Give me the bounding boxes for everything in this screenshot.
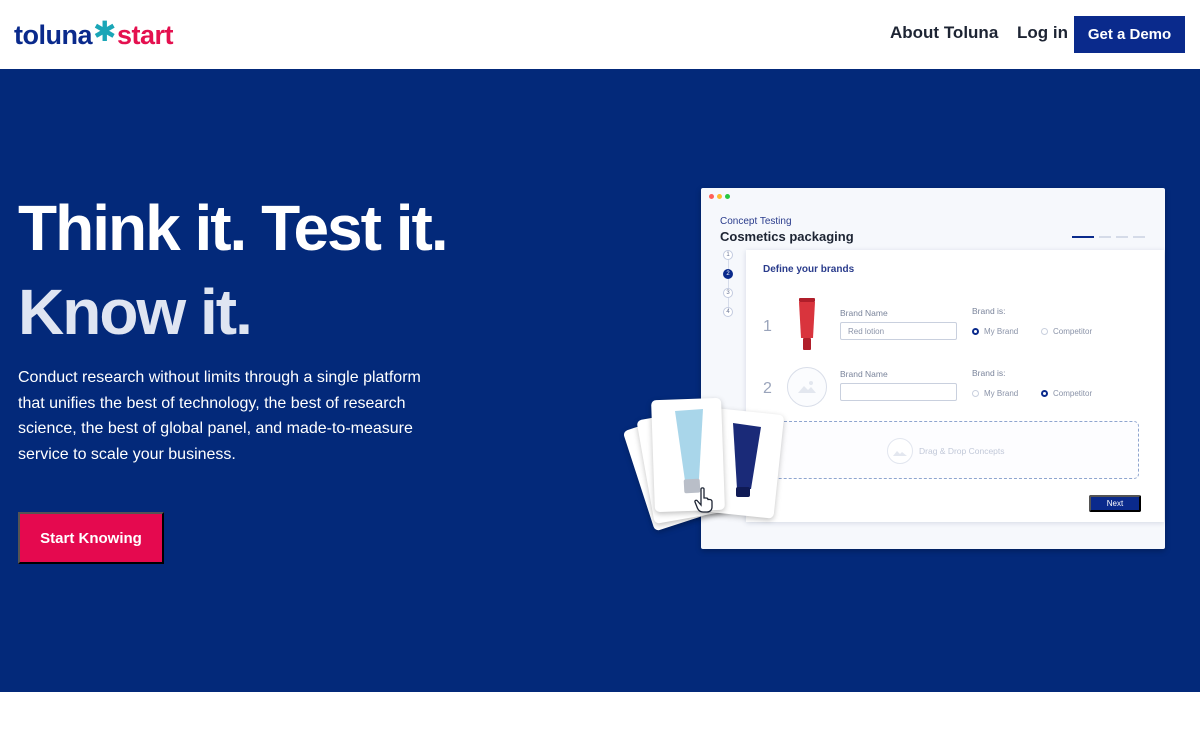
next-button[interactable]: Next (1089, 495, 1141, 512)
red-lotion-tube-icon (799, 298, 815, 350)
logo-word-start: start (116, 20, 174, 50)
drag-drop-label: Drag & Drop Concepts (919, 446, 1005, 456)
navy-lotion-tube-icon (733, 423, 761, 497)
radio-dot (1041, 328, 1048, 335)
brand-name-label-2: Brand Name (840, 369, 888, 379)
radio-dot (972, 328, 979, 335)
asterisk-icon: ✱ (93, 16, 116, 47)
radio-label: Competitor (1053, 327, 1093, 336)
hero-headline-line1: Think it. Test it. (18, 192, 449, 264)
blue-lotion-tube-icon (675, 409, 703, 494)
step-line (727, 254, 729, 312)
brand-name-input-2[interactable] (840, 383, 957, 401)
hero-description: Conduct research without limits through … (18, 369, 421, 463)
brand-name-input-1[interactable]: Red lotion (840, 322, 957, 340)
step-2[interactable]: 2 (723, 269, 733, 279)
step-3[interactable]: 3 (723, 288, 733, 298)
hero-section: Think it. Test it. Know it. Conduct rese… (0, 69, 1200, 692)
concept-cards-stack[interactable] (622, 397, 785, 532)
mockup-eyebrow: Concept Testing (720, 216, 792, 227)
radio-my-brand-1[interactable]: My Brand (972, 327, 1018, 336)
step-4[interactable]: 4 (723, 307, 733, 317)
step-1[interactable]: 1 (723, 250, 733, 260)
toluna-start-logo[interactable]: toluna ✱ start (14, 16, 174, 52)
drag-drop-zone[interactable]: Drag & Drop Concepts (774, 421, 1139, 479)
nav-login[interactable]: Log in (1017, 23, 1068, 43)
brand-is-label-1: Brand is: (972, 306, 1006, 316)
row-number-1: 1 (763, 318, 772, 335)
radio-dot (972, 390, 979, 397)
mockup-title: Cosmetics packaging (720, 229, 854, 244)
radio-label: My Brand (984, 389, 1019, 398)
logo-word-toluna: toluna (14, 20, 93, 50)
window-dot-yellow (717, 194, 722, 199)
site-header: toluna ✱ start About Toluna Log in Get a… (0, 0, 1200, 69)
window-dot-green (725, 194, 730, 199)
radio-label: Competitor (1053, 389, 1093, 398)
radio-dot (1041, 390, 1048, 397)
progress-indicator (1072, 236, 1145, 238)
window-dots (709, 194, 730, 199)
row-number-2: 2 (763, 380, 772, 397)
radio-competitor-1[interactable]: Competitor (1041, 327, 1092, 336)
image-upload-icon (887, 438, 913, 464)
image-placeholder-icon[interactable] (787, 367, 827, 407)
hero-headline-line2: Know it. (18, 276, 253, 348)
radio-competitor-2[interactable]: Competitor (1041, 389, 1092, 398)
nav-about-toluna[interactable]: About Toluna (890, 23, 998, 43)
define-brands-panel: Define your brands 1 Brand Name Red loti… (746, 250, 1164, 522)
hand-cursor-icon (694, 487, 713, 513)
brand-is-label-2: Brand is: (972, 368, 1006, 378)
brand-name-label-1: Brand Name (840, 308, 888, 318)
get-demo-button[interactable]: Get a Demo (1074, 16, 1185, 53)
start-knowing-button[interactable]: Start Knowing (18, 512, 164, 564)
panel-title: Define your brands (763, 264, 855, 275)
radio-label: My Brand (984, 327, 1019, 336)
radio-my-brand-2[interactable]: My Brand (972, 389, 1018, 398)
window-dot-red (709, 194, 714, 199)
